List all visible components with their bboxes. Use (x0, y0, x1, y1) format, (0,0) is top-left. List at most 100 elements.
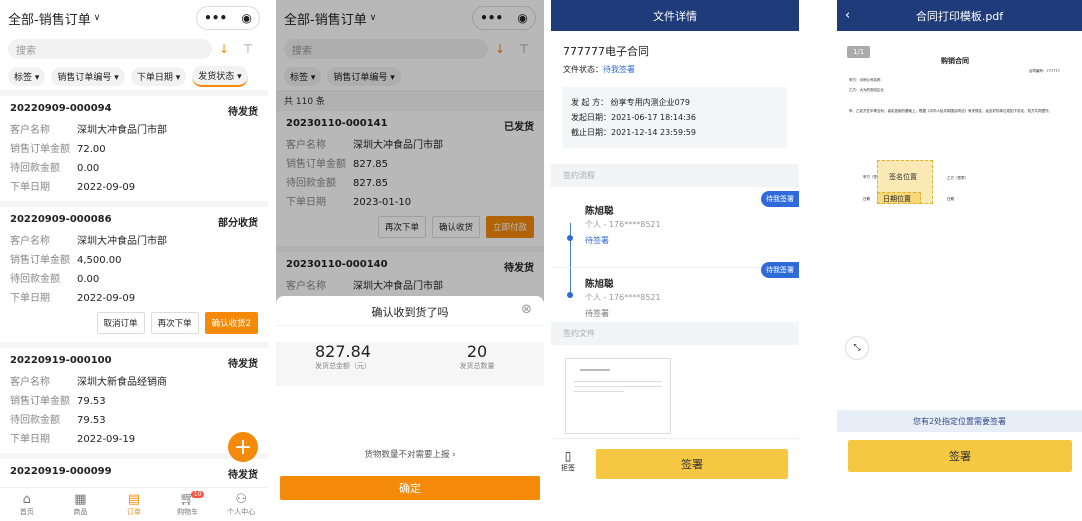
search-input[interactable]: 搜索 (8, 39, 212, 59)
close-icon[interactable]: ⊗ (521, 302, 532, 317)
tab-goods[interactable]: ▦ 商品 (54, 488, 108, 521)
party-b: 乙方：大为的测试企业 (849, 88, 884, 92)
signer-item[interactable]: 待我签署 陈旭聪 个人 - 176****8521 待签署 (551, 191, 799, 261)
order-status: 待发货 (228, 107, 258, 118)
reject-button[interactable]: ▯ 拒签 (561, 449, 575, 473)
order-field: 待回款金额 0.00 (10, 159, 258, 178)
field-value: 4,500.00 (77, 255, 122, 266)
pdf-preview-panel: ‹ 合同打印模板.pdf 1/1 购销合同 合同编号：777777 甲方：示例公… (837, 0, 1082, 521)
filter-tag[interactable]: 标签 ▾ (8, 66, 46, 86)
order-field: 客户名称 深圳大冲食品门市部 (10, 121, 258, 140)
summary-box: 827.84 发货总金额（元） 20 发货总数量 (276, 342, 544, 386)
order-field: 销售订单金额 79.53 (10, 392, 258, 411)
reject-icon: ▯ (564, 449, 572, 463)
date-position-label: 日期位置 (883, 195, 911, 203)
party-a-date-label: 日期 (863, 197, 870, 201)
field-label: 待回款金额 (10, 163, 60, 174)
qty-label: 发货总数量 (459, 362, 495, 370)
order-action-button[interactable]: 确认收货2 (204, 312, 258, 334)
order-field: 客户名称 深圳大新食品经销商 (10, 373, 258, 392)
bottom-bar: ▯ 拒签 签署 (551, 438, 799, 488)
header: ‹ 合同打印模板.pdf (837, 0, 1082, 31)
order-field: 下单日期 2022-09-09 (10, 289, 258, 308)
order-number: 20220919-000100 (10, 355, 112, 366)
sort-icon[interactable]: ↓ (212, 42, 236, 56)
filter-ship-status[interactable]: 发货状态 ▾ (192, 65, 248, 87)
order-status: 待发货 (228, 470, 258, 481)
order-field: 下单日期 2022-09-19 (10, 430, 258, 449)
tab-cart[interactable]: 🛒︎ 购物车 10 (161, 488, 215, 521)
info-row: 发 起 方： 纷享专用内测企业079 (571, 98, 690, 107)
signer-state: 待签署 (585, 236, 609, 245)
field-label: 销售订单金额 (10, 396, 70, 407)
field-value: 0.00 (77, 163, 100, 174)
file-detail-panel: 文件详情 777777电子合同 文件状态：待我签署 发 起 方： 纷享专用内测企… (551, 0, 799, 521)
tab-orders[interactable]: ▤ 订单 (107, 488, 161, 521)
more-icon[interactable]: ••• (204, 11, 227, 25)
order-action-button[interactable]: 取消订单 (96, 312, 145, 334)
pending-sign-tag: 待我签署 (761, 191, 799, 207)
order-action-button[interactable]: 再次下单 (150, 312, 199, 334)
doc-title: 购销合同 (941, 57, 969, 65)
order-card[interactable]: 20220909-000086 部分收货客户名称 深圳大冲食品门市部销售订单金额 4,… (0, 207, 268, 342)
order-status: 部分收货 (218, 218, 258, 229)
close-circle-icon[interactable]: ◉ (241, 11, 251, 25)
grid-icon: ▦ (74, 491, 87, 507)
field-value: 深圳大冲食品门市部 (77, 236, 167, 247)
contract-no: 合同编号：777777 (1029, 69, 1060, 73)
orders-panel-1: 全部-销售订单 ∨ ••• ◉ 搜索 ↓ ⊤ 标签 ▾ 销售订单编号 ▾ 下单日期 … (0, 0, 268, 521)
amount-label: 发货总金额（元） (315, 362, 371, 370)
page-title[interactable]: 全部-销售订单 ∨ (8, 9, 100, 28)
filter-date[interactable]: 下单日期 ▾ (130, 66, 187, 86)
title-text: 全部-销售订单 (8, 12, 91, 28)
order-field: 客户名称 深圳大冲食品门市部 (10, 232, 258, 251)
tab-profile[interactable]: ⚇ 个人中心 (214, 488, 268, 521)
order-number: 20220909-000086 (10, 214, 112, 225)
order-field: 待回款金额 0.00 (10, 270, 258, 289)
field-label: 客户名称 (10, 377, 50, 388)
signer-state: 待签署 (585, 309, 609, 318)
signature-position-label: 签名位置 (889, 173, 917, 181)
report-link[interactable]: 货物数量不对需要上报 › (276, 448, 544, 460)
home-icon: ⌂ (22, 491, 31, 507)
chevron-down-icon: ∨ (93, 13, 101, 23)
info-row: 发起日期：2021-06-17 18:14:36 (571, 113, 696, 122)
pending-sign-tag: 待我签署 (761, 262, 799, 278)
add-order-button[interactable]: + (228, 432, 258, 462)
field-value: 0.00 (77, 274, 100, 285)
contract-body: 甲、乙双方在平等互利、诚实信用的基础上，根据《中华人民共和国合同法》有关规定，经… (849, 109, 1052, 113)
signer-item[interactable]: 待我签署 陈旭聪 个人 - 176****8521 待签署 (551, 262, 799, 325)
sign-button[interactable]: 签署 (596, 449, 788, 479)
filter-icon[interactable]: ⊤ (236, 42, 260, 56)
signer-name: 陈旭聪 (585, 206, 614, 217)
signer-list: 待我签署 陈旭聪 个人 - 176****8521 待签署 待我签署 陈旭聪 个… (551, 187, 799, 325)
doc-name: 777777电子合同 (563, 45, 649, 58)
tab-bar: ⌂ 首页 ▦ 商品 ▤ 订单 🛒︎ 购物车 10 ⚇ 个人中心 (0, 487, 268, 521)
qty-value: 20 (466, 342, 488, 361)
order-field: 下单日期 2022-09-09 (10, 178, 258, 197)
field-value: 深圳大新食品经销商 (77, 377, 167, 388)
signer-phone: 个人 - 176****8521 (585, 293, 661, 302)
fullscreen-icon[interactable]: ⤡ (845, 336, 869, 360)
amount-value: 827.84 (315, 342, 371, 361)
field-value: 79.53 (77, 396, 106, 407)
party-a: 甲方：示例公司名称 (849, 78, 881, 82)
timeline-dot (567, 235, 573, 241)
orders-panel-2: 全部-销售订单 ∨ ••• ◉ 搜索 ↓ ⊤ 标签 ▾ 销售订单编号 ▾ 共 110… (276, 0, 544, 521)
file-thumbnail[interactable] (565, 358, 671, 434)
filter-order-no[interactable]: 销售订单编号 ▾ (51, 66, 125, 86)
order-card[interactable]: 20220919-000100 待发货客户名称 深圳大新食品经销商 销售订单金额 79.… (0, 348, 268, 453)
field-label: 销售订单金额 (10, 144, 70, 155)
field-label: 下单日期 (10, 182, 50, 193)
sign-button[interactable]: 签署 (848, 440, 1072, 472)
amount-block: 827.84 发货总金额（元） (276, 342, 410, 386)
order-card[interactable]: 20220909-000094 待发货 客户名称 深圳大冲食品门市部 销售订单金额 72.… (0, 96, 268, 201)
header: 全部-销售订单 ∨ ••• ◉ (0, 0, 268, 36)
tab-home[interactable]: ⌂ 首页 (0, 488, 54, 521)
back-icon[interactable]: ‹ (845, 8, 850, 23)
field-label: 销售订单金额 (10, 255, 70, 266)
qty-block: 20 发货总数量 (410, 342, 544, 386)
order-status: 待发货 (228, 359, 258, 370)
order-number: 20220919-000099 (10, 466, 112, 477)
confirm-button[interactable]: 确定 (280, 476, 540, 500)
